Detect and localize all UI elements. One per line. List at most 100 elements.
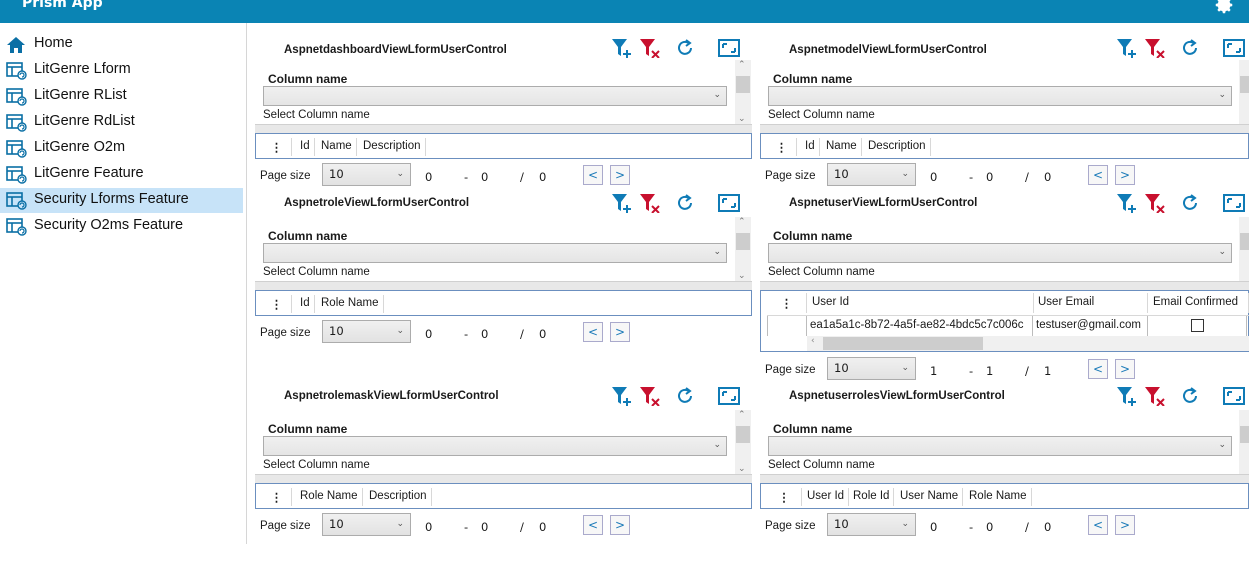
refresh-icon[interactable]	[1177, 191, 1203, 215]
sidebar-item-litgenre-feature[interactable]: LitGenre Feature	[0, 162, 243, 187]
row-menu-icon[interactable]: ⋮	[767, 293, 807, 313]
page-size-select[interactable]: 10 ⌄	[322, 320, 411, 343]
user-id-cell[interactable]: ea1a5a1c-8b72-4a5f-ae82-4bdc5c7c006c	[807, 316, 1033, 336]
prev-page-button[interactable]: <	[583, 322, 603, 342]
vertical-scrollbar[interactable]	[1239, 217, 1249, 281]
lform-panel-aspnetuserroles: AspnetuserrolesViewLformUserControl Colu…	[760, 380, 1249, 570]
next-page-button[interactable]: >	[1115, 515, 1135, 535]
sidebar-item-security-o2ms-feature[interactable]: Security O2ms Feature	[0, 214, 243, 239]
maximize-icon[interactable]	[1221, 191, 1247, 215]
page-size-select[interactable]: 10 ⌄	[322, 163, 411, 186]
vertical-scrollbar[interactable]	[1239, 410, 1249, 474]
prev-page-button[interactable]: <	[1088, 165, 1108, 185]
column-name-combobox[interactable]: ⌄	[263, 86, 727, 106]
sidebar-item-litgenre-rdlist[interactable]: LitGenre RdList	[0, 110, 243, 135]
page-size-select[interactable]: 10 ⌄	[827, 513, 916, 536]
column-header[interactable]: User Name	[896, 488, 964, 506]
prev-page-button[interactable]: <	[1088, 359, 1108, 379]
prev-page-button[interactable]: <	[1088, 515, 1108, 535]
next-page-button[interactable]: >	[1115, 165, 1135, 185]
refresh-icon[interactable]	[672, 384, 698, 408]
maximize-icon[interactable]	[716, 384, 742, 408]
filter-add-icon[interactable]	[1114, 384, 1140, 408]
row-menu-icon[interactable]: ⋮	[262, 295, 292, 313]
column-header[interactable]: Name	[317, 138, 357, 156]
range-dash: -	[464, 327, 469, 341]
maximize-icon[interactable]	[716, 36, 742, 60]
sidebar-item-security-lforms-feature[interactable]: Security Lforms Feature	[0, 188, 243, 213]
column-header[interactable]: Id	[296, 138, 315, 156]
filter-clear-icon[interactable]	[1142, 384, 1168, 408]
row-menu-icon[interactable]: ⋮	[767, 138, 797, 156]
refresh-icon[interactable]	[1177, 36, 1203, 60]
page-size-select[interactable]: 10 ⌄	[827, 357, 916, 380]
column-header[interactable]: Email Confirmed	[1149, 293, 1249, 313]
column-header[interactable]: Role Name	[965, 488, 1032, 506]
next-page-button[interactable]: >	[1115, 359, 1135, 379]
filter-add-icon[interactable]	[609, 191, 635, 215]
email-confirmed-checkbox[interactable]	[1190, 319, 1204, 332]
column-header[interactable]: Description	[359, 138, 426, 156]
vertical-scrollbar[interactable]	[1239, 60, 1249, 124]
sidebar-item-litgenre-o2m[interactable]: LitGenre O2m	[0, 136, 243, 161]
vertical-scrollbar[interactable]: ⌃ ⌄	[735, 60, 751, 124]
maximize-icon[interactable]	[1221, 36, 1247, 60]
column-header[interactable]: Description	[864, 138, 931, 156]
data-grid[interactable]: ⋮ Id Role Name	[255, 290, 752, 316]
column-header[interactable]: Description	[365, 488, 432, 506]
sidebar-item-litgenre-lform[interactable]: LitGenre Lform	[0, 58, 243, 83]
column-name-combobox[interactable]: ⌄	[768, 86, 1232, 106]
vertical-scrollbar[interactable]: ⌃ ⌄	[735, 217, 751, 281]
column-name-combobox[interactable]: ⌄	[768, 436, 1232, 456]
column-header[interactable]: Role Name	[296, 488, 363, 506]
column-header[interactable]: Role Name	[317, 295, 384, 313]
row-menu-icon[interactable]: ⋮	[767, 488, 802, 506]
refresh-icon[interactable]	[1177, 384, 1203, 408]
sidebar-item-litgenre-rlist[interactable]: LitGenre RList	[0, 84, 243, 109]
column-header[interactable]: Id	[296, 295, 315, 313]
prev-page-button[interactable]: <	[583, 165, 603, 185]
prev-page-button[interactable]: <	[583, 515, 603, 535]
data-grid[interactable]: ⋮ Role Name Description	[255, 483, 752, 509]
horizontal-scrollbar[interactable]: ‹	[807, 336, 1249, 351]
next-page-button[interactable]: >	[610, 515, 630, 535]
filter-add-icon[interactable]	[1114, 191, 1140, 215]
filter-clear-icon[interactable]	[637, 36, 663, 60]
column-name-combobox[interactable]: ⌄	[768, 243, 1232, 263]
column-header[interactable]: User Id	[803, 488, 850, 506]
maximize-icon[interactable]	[1221, 384, 1247, 408]
data-grid[interactable]: ⋮ User Id User Email Email Confirmed ea1…	[760, 290, 1249, 352]
column-name-combobox[interactable]: ⌄	[263, 243, 727, 263]
data-grid[interactable]: ⋮ Id Name Description	[760, 133, 1249, 159]
row-menu-icon[interactable]: ⋮	[262, 488, 292, 506]
column-name-combobox[interactable]: ⌄	[263, 436, 727, 456]
column-header[interactable]: Id	[801, 138, 820, 156]
column-header[interactable]: Name	[822, 138, 862, 156]
filter-add-icon[interactable]	[609, 384, 635, 408]
next-page-button[interactable]: >	[610, 165, 630, 185]
refresh-icon[interactable]	[672, 191, 698, 215]
next-page-button[interactable]: >	[610, 322, 630, 342]
row-menu-icon[interactable]: ⋮	[262, 138, 292, 156]
filter-clear-icon[interactable]	[1142, 191, 1168, 215]
refresh-icon[interactable]	[672, 36, 698, 60]
filter-add-icon[interactable]	[1114, 36, 1140, 60]
page-size-select[interactable]: 10 ⌄	[322, 513, 411, 536]
user-email-cell[interactable]: testuser@gmail.com	[1033, 316, 1148, 336]
data-grid[interactable]: ⋮ User Id Role Id User Name Role Name	[760, 483, 1249, 509]
filter-clear-icon[interactable]	[637, 384, 663, 408]
gear-icon[interactable]	[1213, 0, 1235, 16]
filter-clear-icon[interactable]	[1142, 36, 1168, 60]
sidebar-item-home[interactable]: Home	[0, 32, 243, 57]
column-header[interactable]: User Email	[1034, 293, 1148, 313]
table-row[interactable]: ea1a5a1c-8b72-4a5f-ae82-4bdc5c7c006c tes…	[767, 315, 1249, 336]
data-grid[interactable]: ⋮ Id Name Description	[255, 133, 752, 159]
page-size-select[interactable]: 10 ⌄	[827, 163, 916, 186]
column-header[interactable]: User Id	[808, 293, 1034, 313]
pager: Page size 10 ⌄ 0 - 0 / 0 < >	[760, 513, 1249, 539]
filter-clear-icon[interactable]	[637, 191, 663, 215]
column-header[interactable]: Role Id	[849, 488, 895, 506]
filter-add-icon[interactable]	[609, 36, 635, 60]
vertical-scrollbar[interactable]: ⌃ ⌄	[735, 410, 751, 474]
maximize-icon[interactable]	[716, 191, 742, 215]
